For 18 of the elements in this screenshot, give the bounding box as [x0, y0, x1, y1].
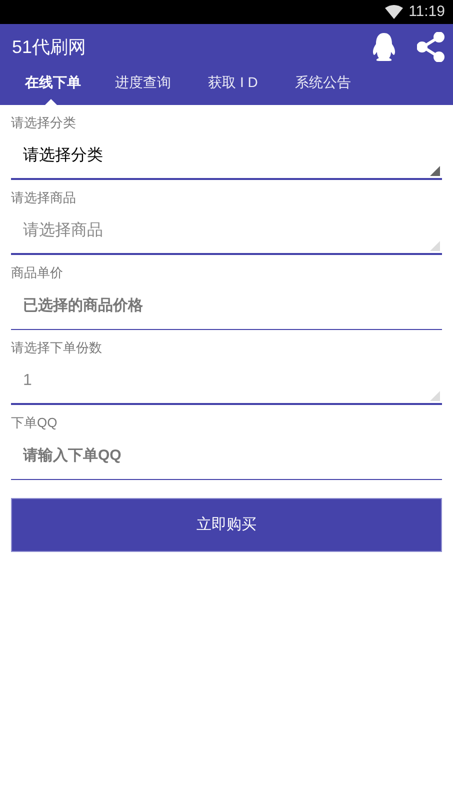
field-label: 请选择商品: [11, 189, 77, 207]
penguin-icon[interactable]: [371, 32, 397, 62]
input-field[interactable]: 已选择的商品价格: [11, 282, 442, 330]
share-icon[interactable]: [417, 32, 445, 62]
clock: 11:19: [408, 2, 445, 22]
field-label: 请选择分类: [11, 114, 77, 132]
field-label: 商品单价: [11, 264, 64, 282]
buy-button[interactable]: 立即购买: [11, 498, 442, 552]
app-title: 51代刷网: [12, 36, 88, 58]
tab[interactable]: 在线下单: [8, 70, 98, 105]
field-label: 下单QQ: [11, 414, 58, 432]
tab[interactable]: 获取 I D: [188, 70, 278, 105]
dropdown[interactable]: 请选择分类: [11, 132, 442, 180]
tab[interactable]: 进度查询: [98, 70, 188, 105]
input-field[interactable]: 请输入下单QQ: [11, 432, 442, 480]
field-label: 请选择下单份数: [11, 339, 103, 357]
tab[interactable]: 系统公告: [278, 70, 368, 105]
wifi-icon: [384, 5, 403, 19]
